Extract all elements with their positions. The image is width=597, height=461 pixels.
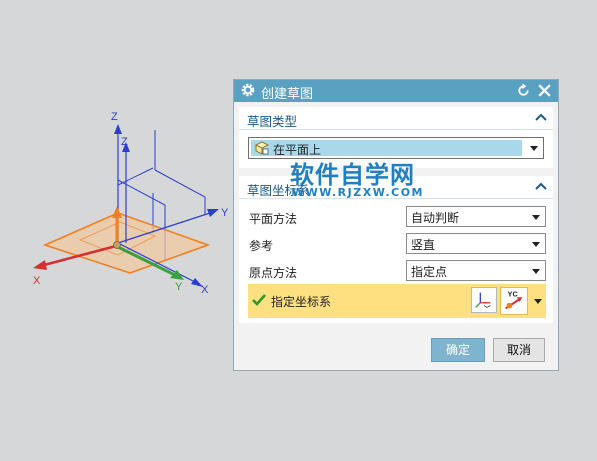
reference-select[interactable]: 竖直 (406, 233, 546, 254)
yc-label: Y (175, 281, 183, 293)
z-handle-arrow (112, 206, 122, 218)
z-axis-arrow (114, 124, 122, 134)
yc-axis-icon: YC (505, 289, 523, 310)
origin-method-select[interactable]: 指定点 (406, 260, 546, 281)
dialog-title: 创建草图 (261, 87, 314, 102)
y-axis-arrow (207, 209, 219, 217)
plane-method-value: 自动判断 (411, 211, 460, 225)
specify-csys-label: 指定坐标系 (271, 295, 332, 309)
x-handle-arrow (33, 260, 47, 270)
watermark-logo: 软件自学网 WWW.RJZXW.COM (290, 155, 440, 205)
xc-label: X (33, 275, 41, 287)
chevron-down-icon (534, 299, 542, 304)
yc-csys-button[interactable]: YC (500, 287, 528, 315)
dialog-titlebar[interactable]: 创建草图 (234, 80, 558, 102)
plane-method-select[interactable]: 自动判断 (406, 206, 546, 227)
origin-method-value: 指定点 (411, 265, 448, 279)
gear-icon (241, 83, 255, 97)
csys-icon (475, 292, 491, 308)
section-sketch-type-header[interactable]: 草图类型 (239, 107, 553, 130)
section-sketch-type-title: 草图类型 (247, 114, 298, 129)
origin-method-label: 原点方法 (249, 266, 298, 280)
x-label: X (201, 284, 209, 296)
plane-icon (255, 141, 269, 155)
close-icon[interactable] (536, 82, 553, 99)
create-sketch-dialog: 创建草图 草图类型 在平面上 草图坐标系 平面方法 自动判断 参考 竖直 原点方… (233, 79, 559, 371)
yc-csys-dropdown[interactable] (531, 287, 545, 315)
watermark-url: WWW.RJZXW.COM (292, 186, 424, 199)
zc-label: Z (121, 136, 128, 148)
plane-method-label: 平面方法 (249, 212, 298, 226)
chevron-down-icon (532, 215, 540, 220)
watermark-main: 软件自学网 (290, 161, 415, 189)
chevron-up-icon[interactable] (535, 112, 547, 122)
reference-label: 参考 (249, 239, 274, 253)
y-label: Y (221, 207, 229, 219)
chevron-down-icon (530, 146, 538, 151)
specify-csys-row[interactable]: 指定坐标系 YC (248, 284, 546, 318)
z-label: Z (111, 111, 118, 123)
yc-icon-label: YC (508, 289, 519, 298)
origin-point[interactable] (113, 241, 121, 249)
cancel-button[interactable]: 取消 (493, 338, 545, 362)
csys-dialog-button[interactable] (471, 287, 497, 313)
ok-button[interactable]: 确定 (431, 338, 485, 362)
chevron-up-icon[interactable] (535, 181, 547, 191)
reference-value: 竖直 (411, 238, 436, 252)
sketch-type-selected: 在平面上 (251, 140, 522, 157)
reset-icon[interactable] (516, 83, 531, 98)
checkmark-icon (252, 294, 266, 306)
chevron-down-icon (532, 242, 540, 247)
chevron-down-icon (532, 269, 540, 274)
